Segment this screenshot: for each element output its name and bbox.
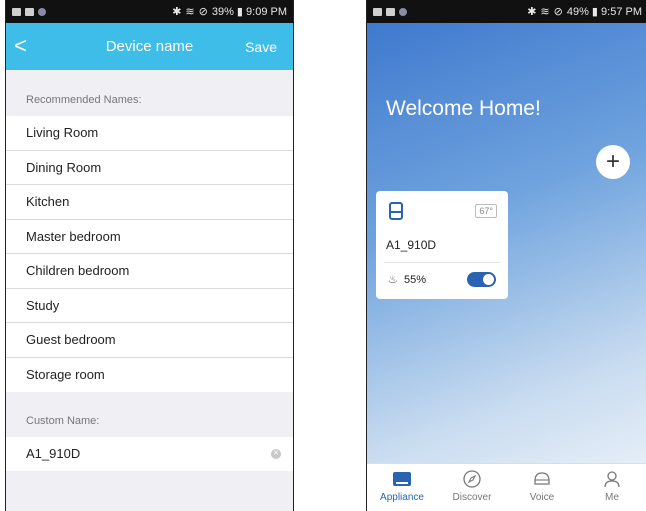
wifi-icon: ≋ [185, 6, 195, 18]
name-option-master-bedroom[interactable]: Master bedroom [6, 220, 293, 254]
card-divider [384, 262, 500, 263]
page-title: Device name [105, 38, 194, 55]
custom-name-value[interactable]: A1_910D [26, 446, 80, 461]
name-option-study[interactable]: Study [6, 289, 293, 323]
name-option-guest-bedroom[interactable]: Guest bedroom [6, 323, 293, 358]
bluetooth-icon: ✱ [172, 6, 182, 18]
recommended-names-label: Recommended Names: [26, 94, 142, 106]
welcome-heading: Welcome Home! [386, 97, 541, 120]
name-option-kitchen[interactable]: Kitchen [6, 185, 293, 220]
add-device-button[interactable]: + [596, 145, 630, 179]
status-time: 39% ▮ 9:09 PM [211, 6, 287, 18]
home-screen: ✱ ≋ ⊘ 49% ▮ 9:57 PM Welcome Home! + 67° … [366, 0, 646, 511]
save-button[interactable]: Save [245, 39, 277, 55]
appliance-icon [392, 470, 412, 488]
status-time: 49% ▮ 9:57 PM [566, 6, 642, 18]
tab-discover[interactable]: Discover [437, 464, 507, 511]
bluetooth-icon: ✱ [527, 6, 537, 18]
power-toggle[interactable] [467, 272, 496, 287]
device-name: A1_910D [386, 238, 437, 252]
name-option-living-room[interactable]: Living Room [6, 116, 293, 151]
dnd-icon: ⊘ [198, 6, 208, 18]
custom-name-input[interactable]: A1_910D ✕ [6, 437, 293, 471]
clear-icon[interactable]: ✕ [271, 449, 281, 459]
tab-voice[interactable]: Voice [507, 464, 577, 511]
image-notification-icon [373, 7, 382, 16]
voice-icon [532, 470, 552, 488]
status-bar: ✱ ≋ ⊘ 49% ▮ 9:57 PM [367, 0, 646, 23]
user-icon [602, 470, 622, 488]
plus-icon: + [605, 148, 620, 175]
name-option-dining-room[interactable]: Dining Room [6, 151, 293, 185]
back-icon[interactable]: < [14, 33, 27, 59]
status-bar: ✱ ≋ ⊘ 39% ▮ 9:09 PM [6, 0, 293, 23]
tab-me[interactable]: Me [577, 464, 646, 511]
settings-notification-icon [386, 7, 395, 16]
indoor-temp-badge: 67° [475, 204, 497, 218]
tab-label: Me [605, 492, 619, 503]
bottom-tab-bar: Appliance Discover Voice Me [367, 463, 646, 511]
dnd-icon: ⊘ [553, 6, 563, 18]
compass-icon [462, 470, 482, 488]
app-notification-icon [38, 7, 46, 16]
dehumidifier-icon [389, 202, 403, 220]
name-option-children-bedroom[interactable]: Children bedroom [6, 254, 293, 289]
image-notification-icon [12, 7, 21, 16]
name-option-storage-room[interactable]: Storage room [6, 358, 293, 393]
custom-name-label: Custom Name: [26, 415, 100, 427]
tab-label: Voice [529, 492, 555, 503]
device-name-screen: ✱ ≋ ⊘ 39% ▮ 9:09 PM < Device name Save R… [5, 0, 294, 511]
tab-appliance[interactable]: Appliance [367, 464, 437, 511]
humidity-value: 55% [404, 274, 427, 286]
toggle-knob [483, 274, 494, 285]
tab-label: Appliance [380, 492, 424, 503]
nav-bar: < Device name Save [6, 23, 293, 70]
humidity-icon: ♨ [388, 274, 398, 286]
app-notification-icon [399, 7, 407, 16]
recommended-names-list: Living Room Dining Room Kitchen Master b… [6, 116, 293, 392]
tab-label: Discover [452, 492, 492, 503]
settings-notification-icon [25, 7, 34, 16]
wifi-icon: ≋ [540, 6, 550, 18]
device-card[interactable]: 67° A1_910D ♨ 55% [376, 191, 508, 299]
